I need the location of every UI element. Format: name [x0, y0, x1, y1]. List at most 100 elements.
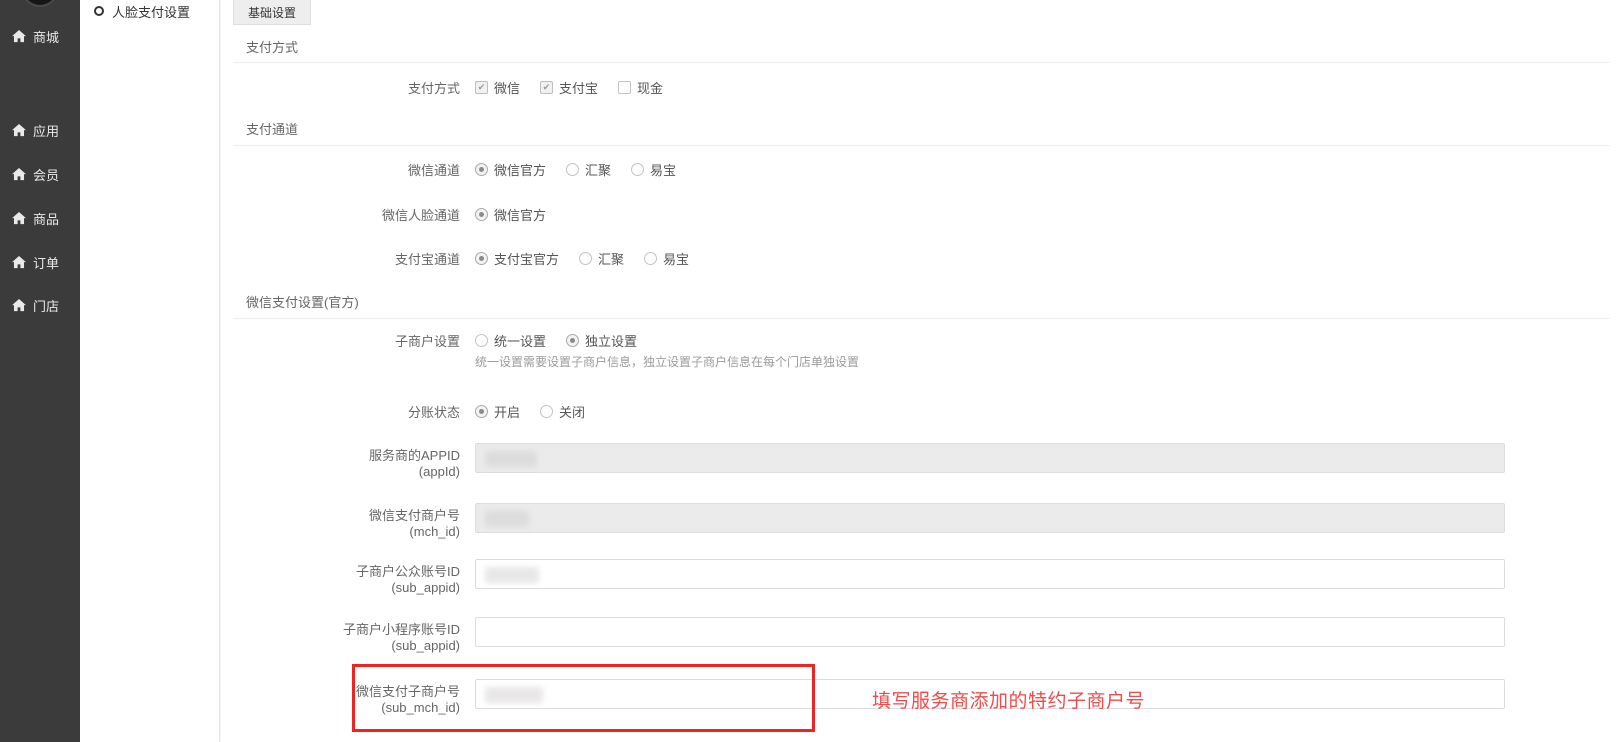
- field-label-line1: 微信支付商户号: [225, 508, 460, 524]
- radio-selected-icon: [475, 252, 488, 265]
- sidebar-item-mall[interactable]: 商城: [0, 25, 80, 47]
- checkbox-option-cash[interactable]: 现金: [618, 78, 663, 97]
- checkbox-unchecked-icon: [618, 81, 631, 94]
- radio-icon: [540, 405, 553, 418]
- radio-option-yibao[interactable]: 易宝: [631, 160, 676, 179]
- sidebar-item-apps[interactable]: 应用: [0, 119, 80, 141]
- redacted-value: [485, 567, 539, 583]
- submenu-item-label: 人脸支付设置: [112, 2, 190, 21]
- radio-option-on[interactable]: 开启: [475, 402, 520, 421]
- sp-appid-input: [475, 443, 1505, 473]
- field-label-mch-id: 微信支付商户号 (mch_id): [225, 508, 460, 540]
- field-label-alipay-channel: 支付宝通道: [225, 252, 460, 268]
- radio-icon: [475, 334, 488, 347]
- field-label-line2: (appId): [225, 464, 460, 480]
- sidebar-item-orders[interactable]: 订单: [0, 251, 80, 273]
- field-label-line1: 服务商的APPID: [225, 448, 460, 464]
- radio-selected-icon: [475, 405, 488, 418]
- radio-label: 易宝: [663, 249, 689, 268]
- radio-label: 易宝: [650, 160, 676, 179]
- radio-label: 微信官方: [494, 160, 546, 179]
- home-icon: [12, 211, 26, 225]
- tab-basic-settings[interactable]: 基础设置: [233, 0, 311, 25]
- sidebar-item-label: 会员: [33, 165, 59, 184]
- radio-option-independent-setting[interactable]: 独立设置: [566, 331, 637, 350]
- sidebar-item-label: 应用: [33, 121, 59, 140]
- section-title-wechat-official: 微信支付设置(官方): [246, 292, 359, 311]
- section-title-pay-method: 支付方式: [246, 37, 298, 56]
- radio-label: 关闭: [559, 402, 585, 421]
- home-icon: [12, 29, 26, 43]
- alipay-channel-radio-group: 支付宝官方 汇聚 易宝: [475, 249, 689, 268]
- avatar[interactable]: [21, 0, 59, 7]
- field-label-wechat-face-channel: 微信人脸通道: [225, 208, 460, 224]
- sub-merchant-mode-radio-group: 统一设置 独立设置: [475, 331, 637, 350]
- wechat-face-channel-radio-group: 微信官方: [475, 205, 546, 224]
- radio-icon: [644, 252, 657, 265]
- sidebar-item-goods[interactable]: 商品: [0, 207, 80, 229]
- circle-icon: [94, 6, 104, 16]
- radio-icon: [631, 163, 644, 176]
- field-label-pay-method: 支付方式: [225, 81, 460, 97]
- field-label-sub-appid-mp: 子商户公众账号ID (sub_appid): [225, 564, 460, 596]
- radio-option-wechat-official[interactable]: 微信官方: [475, 205, 546, 224]
- radio-icon: [579, 252, 592, 265]
- sidebar-item-label: 商城: [33, 27, 59, 46]
- split-status-radio-group: 开启 关闭: [475, 402, 585, 421]
- checkbox-option-alipay[interactable]: 支付宝: [540, 78, 598, 97]
- sub-merchant-mode-help: 统一设置需要设置子商户信息，独立设置子商户信息在每个门店单独设置: [475, 353, 859, 370]
- radio-selected-icon: [566, 334, 579, 347]
- field-label-line1: 子商户小程序账号ID: [225, 622, 460, 638]
- radio-option-huiju[interactable]: 汇聚: [579, 249, 624, 268]
- home-icon: [12, 298, 26, 312]
- section-title-pay-channel: 支付通道: [246, 119, 298, 138]
- field-label-wechat-channel: 微信通道: [225, 163, 460, 179]
- radio-label: 支付宝官方: [494, 249, 559, 268]
- submenu-item-face-pay-settings[interactable]: 人脸支付设置: [94, 0, 190, 22]
- radio-option-huiju[interactable]: 汇聚: [566, 160, 611, 179]
- radio-icon: [566, 163, 579, 176]
- radio-label: 微信官方: [494, 205, 546, 224]
- home-icon: [12, 255, 26, 269]
- radio-selected-icon: [475, 208, 488, 221]
- pay-method-checkbox-group: 微信 支付宝 现金: [475, 78, 663, 97]
- home-icon: [12, 167, 26, 181]
- sidebar-item-stores[interactable]: 门店: [0, 294, 80, 316]
- sub-sidebar: 人脸支付设置: [80, 0, 220, 742]
- radio-label: 汇聚: [598, 249, 624, 268]
- sub-appid-mini-input[interactable]: [475, 617, 1505, 647]
- section-divider: [233, 145, 1610, 146]
- mch-id-input: [475, 503, 1505, 533]
- radio-selected-icon: [475, 163, 488, 176]
- field-label-line2: (sub_appid): [225, 580, 460, 596]
- checkbox-label: 支付宝: [559, 78, 598, 97]
- sidebar-item-label: 门店: [33, 296, 59, 315]
- radio-option-yibao[interactable]: 易宝: [644, 249, 689, 268]
- field-label-sub-merchant-mode: 子商户设置: [225, 334, 460, 350]
- checkbox-checked-icon: [475, 81, 488, 94]
- field-label-sp-appid: 服务商的APPID (appId): [225, 448, 460, 480]
- radio-option-alipay-official[interactable]: 支付宝官方: [475, 249, 559, 268]
- sidebar-item-label: 订单: [33, 253, 59, 272]
- field-label-line1: 子商户公众账号ID: [225, 564, 460, 580]
- checkbox-option-wechat[interactable]: 微信: [475, 78, 520, 97]
- field-label-line2: (mch_id): [225, 524, 460, 540]
- section-divider: [233, 62, 1610, 63]
- main-sidebar: 商城 应用 会员 商品 订单 门店: [0, 0, 80, 742]
- sidebar-item-members[interactable]: 会员: [0, 163, 80, 185]
- radio-label: 独立设置: [585, 331, 637, 350]
- radio-option-off[interactable]: 关闭: [540, 402, 585, 421]
- section-divider: [233, 318, 1610, 319]
- field-label-line2: (sub_mch_id): [225, 700, 460, 716]
- annotation-text: 填写服务商添加的特约子商户号: [872, 686, 1145, 713]
- radio-option-wechat-official[interactable]: 微信官方: [475, 160, 546, 179]
- radio-label: 开启: [494, 402, 520, 421]
- field-label-line1: 微信支付子商户号: [225, 684, 460, 700]
- field-label-split-status: 分账状态: [225, 405, 460, 421]
- checkbox-label: 微信: [494, 78, 520, 97]
- field-label-line2: (sub_appid): [225, 638, 460, 654]
- radio-option-unified-setting[interactable]: 统一设置: [475, 331, 546, 350]
- sub-appid-mp-input[interactable]: [475, 559, 1505, 589]
- radio-label: 统一设置: [494, 331, 546, 350]
- sidebar-item-label: 商品: [33, 209, 59, 228]
